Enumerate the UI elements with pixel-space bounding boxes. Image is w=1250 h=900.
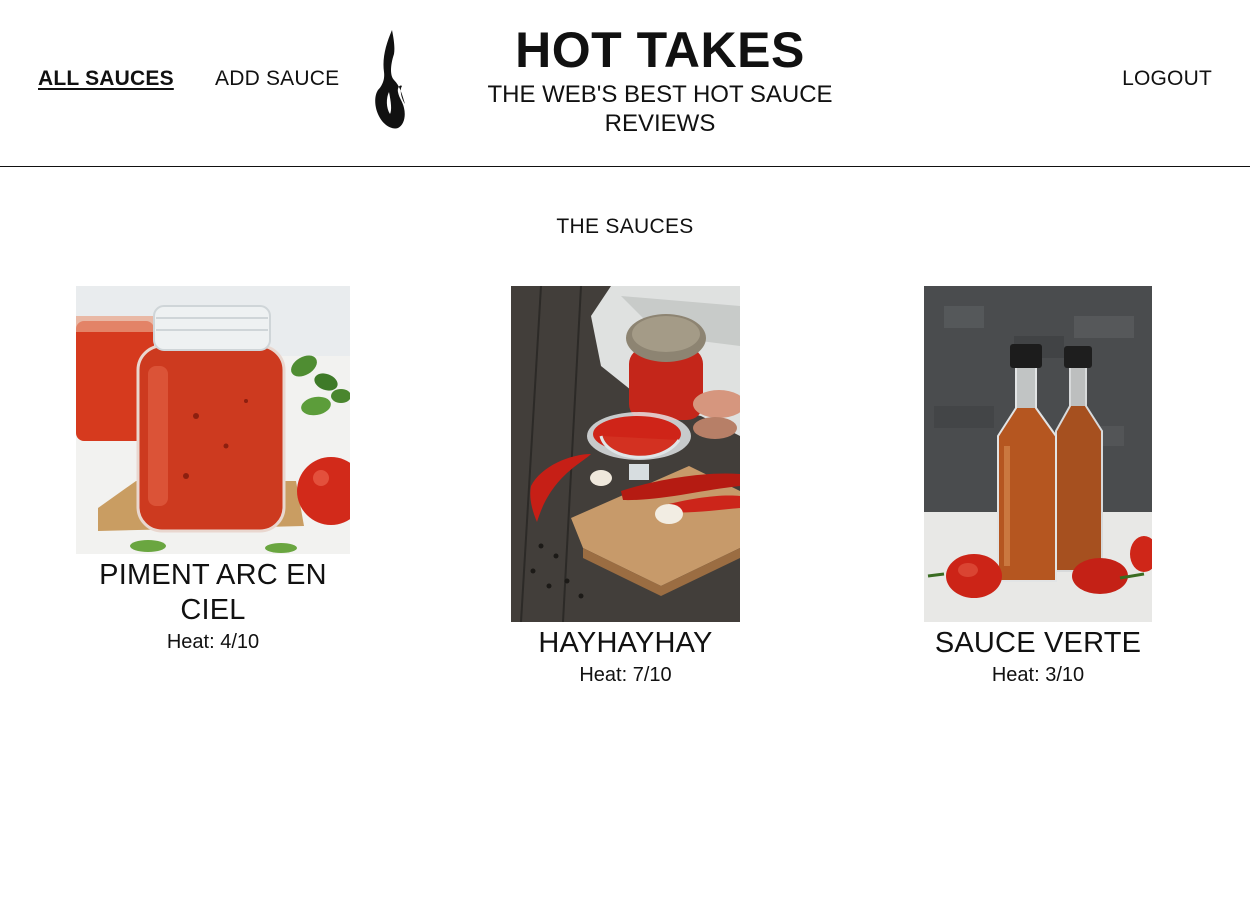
logout-link[interactable]: LOGOUT bbox=[1122, 67, 1212, 91]
site-subtitle: THE WEB'S BEST HOT SAUCE REVIEWS bbox=[487, 81, 833, 137]
nav-all-sauces-link[interactable]: ALL SAUCES bbox=[38, 67, 174, 91]
flame-icon bbox=[375, 30, 405, 129]
sauce-card[interactable]: HAYHAYHAY Heat: 7/10 bbox=[511, 286, 740, 687]
sauce-name: PIMENT ARC EN CIEL bbox=[99, 559, 327, 626]
sauce-image[interactable] bbox=[76, 286, 350, 554]
brand: HOT TAKES THE WEB'S BEST HOT SAUCE REVIE… bbox=[460, 22, 860, 138]
nav-add-sauce-link[interactable]: ADD SAUCE bbox=[215, 67, 339, 91]
sauce-name: HAYHAYHAY bbox=[538, 627, 713, 659]
sauce-card[interactable]: SAUCE VERTE Heat: 3/10 bbox=[924, 286, 1152, 687]
sauce-heat: Heat: 3/10 bbox=[991, 664, 1085, 686]
sauce-heat: Heat: 7/10 bbox=[579, 664, 672, 686]
sauce-card[interactable]: PIMENT ARC EN CIEL Heat: 4/10 bbox=[76, 286, 350, 654]
sauce-image[interactable] bbox=[924, 286, 1152, 622]
sauce-name: SAUCE VERTE bbox=[934, 627, 1142, 659]
sauce-image[interactable] bbox=[511, 286, 740, 622]
site-header: ALL SAUCES ADD SAUCE HOT TAKES THE WEB'S… bbox=[0, 0, 1250, 167]
site-title: HOT TAKES bbox=[515, 22, 805, 78]
section-title: THE SAUCES bbox=[556, 215, 694, 238]
sauce-heat: Heat: 4/10 bbox=[166, 631, 260, 653]
